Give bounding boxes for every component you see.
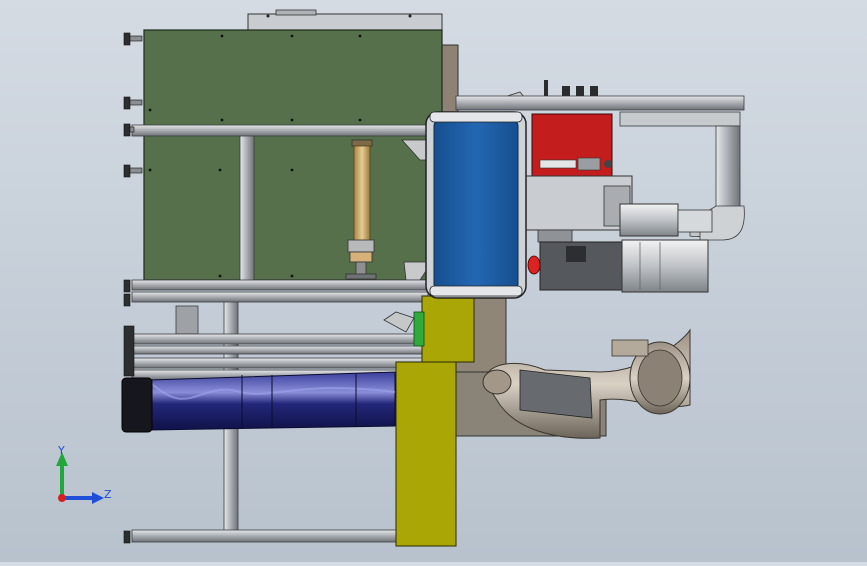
z-axis-label: Z xyxy=(104,488,112,501)
axis-triad: Y Z xyxy=(56,444,112,504)
top-fittings xyxy=(544,80,598,96)
cad-viewport[interactable]: Y Z xyxy=(0,0,867,562)
cylinder-block xyxy=(523,175,633,243)
blue-door-panel[interactable] xyxy=(425,111,527,299)
top-housing xyxy=(247,9,443,33)
green-connector xyxy=(413,311,425,347)
y-axis-label: Y xyxy=(57,444,65,457)
green-side-panel[interactable] xyxy=(143,29,443,281)
navy-air-duct[interactable] xyxy=(121,371,396,433)
red-control-box[interactable] xyxy=(531,113,613,177)
origin-marker xyxy=(58,494,66,502)
bracket-strut xyxy=(383,311,415,333)
cad-model-render[interactable]: Y Z xyxy=(0,0,867,562)
